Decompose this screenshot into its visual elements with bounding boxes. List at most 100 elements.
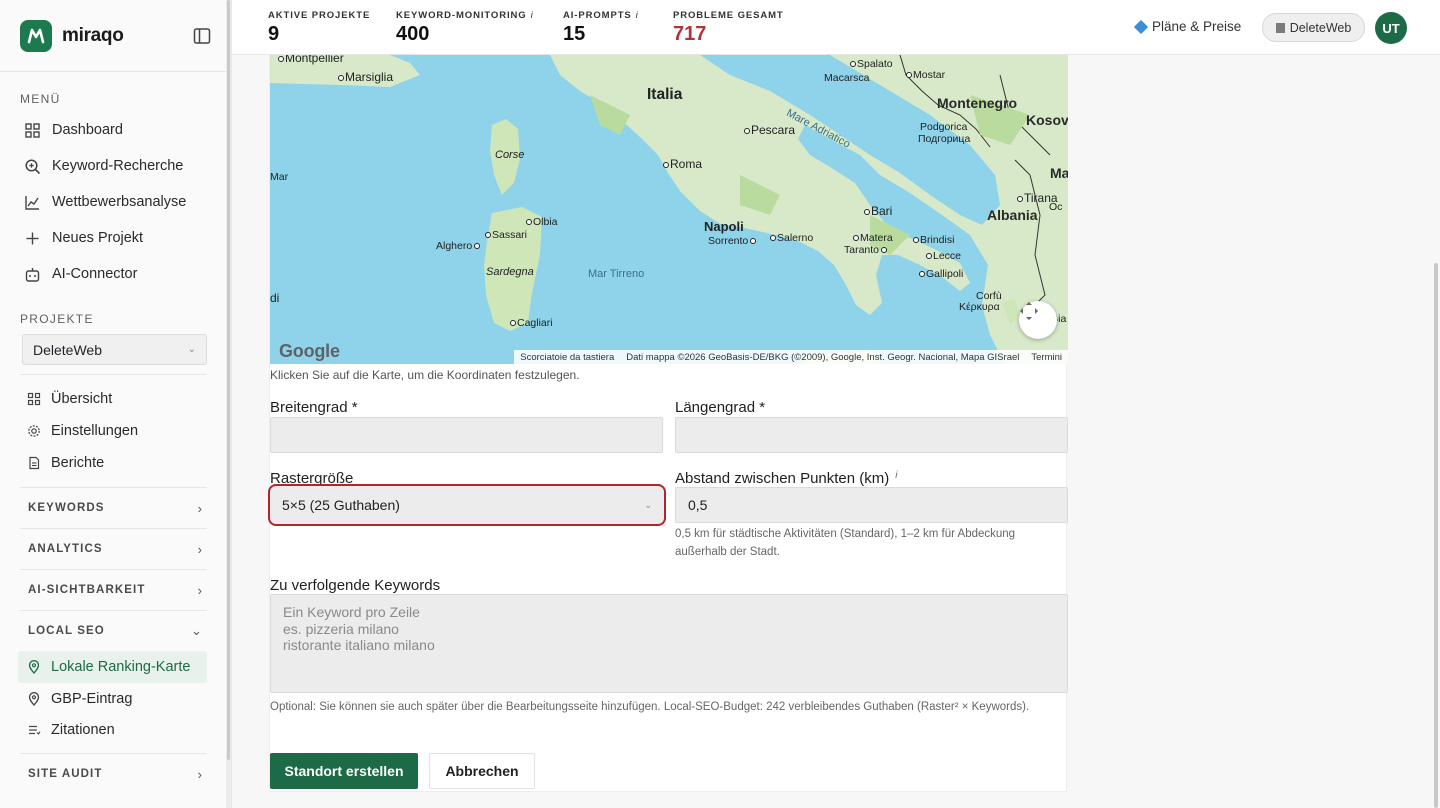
longitude-input[interactable] [675, 417, 1068, 453]
map[interactable]: Montpellier Marsiglia Italia Corse Roma … [270, 55, 1068, 364]
map-label: Spalato [850, 58, 893, 70]
terms-link[interactable]: Termini [1031, 352, 1062, 363]
chart-line-icon [25, 195, 39, 210]
stat-active-projects: AKTIVE PROJEKTE 9 [268, 10, 370, 46]
map-label: Mostar [906, 69, 945, 81]
nav-label: Neues Projekt [52, 230, 144, 246]
map-label: Sorrento [708, 235, 757, 247]
keywords-label: Zu verfolgende Keywords [270, 577, 441, 594]
create-location-button[interactable]: Standort erstellen [270, 753, 418, 789]
list-icon [29, 725, 41, 735]
nav-label: Berichte [51, 455, 105, 471]
projects-section-title: PROJEKTE [20, 312, 94, 326]
map-label: di [270, 291, 280, 305]
map-label: Napoli [704, 219, 744, 234]
sidebar-header: miraqo [0, 0, 231, 72]
stat-label: AKTIVE PROJEKTE [268, 10, 371, 21]
grid-size-select[interactable]: 5×5 (25 Guthaben) ⌄ [268, 484, 666, 526]
info-icon[interactable]: i [636, 10, 639, 21]
menu-section-title: MENÜ [20, 92, 61, 106]
longitude-label: Längengrad * [675, 399, 766, 416]
stat-label: KEYWORD-MONITORING i [396, 10, 534, 21]
nav-local-ranking-map[interactable]: Lokale Ranking-Karte [18, 651, 207, 683]
map-label: Oc [1049, 201, 1063, 213]
nav-gbp-entry[interactable]: GBP-Eintrag [0, 683, 231, 714]
group-label: KEYWORDS [28, 502, 105, 514]
search-icon [25, 158, 41, 174]
grid-icon [27, 392, 41, 406]
distance-input[interactable]: 0,5 [675, 487, 1068, 523]
user-avatar[interactable]: UT [1375, 12, 1407, 44]
chevron-right-icon: › [197, 582, 203, 598]
group-local-seo[interactable]: LOCAL SEO ⌄ [0, 611, 231, 651]
map-label: Sardegna [486, 266, 534, 278]
main-scrollbar[interactable] [1432, 55, 1440, 808]
sidebar-scrollbar[interactable] [226, 0, 231, 808]
plans-pricing-link[interactable]: Pläne & Preise [1133, 19, 1241, 34]
chevron-down-icon: ⌄ [644, 499, 652, 510]
nav-label: Keyword-Recherche [52, 158, 184, 174]
move-arrows-icon [1020, 302, 1038, 320]
map-label: Roma [663, 157, 702, 171]
top-bar: AKTIVE PROJEKTE 9 KEYWORD-MONITORING i 40… [232, 0, 1440, 55]
map-label: Lecce [926, 250, 961, 262]
keyboard-shortcuts-link[interactable]: Scorciatoie da tastiera [520, 352, 614, 363]
project-select-value: DeleteWeb [33, 341, 103, 358]
map-pin-icon [28, 660, 40, 674]
info-icon[interactable]: i [531, 10, 534, 21]
nav-label: Einstellungen [51, 423, 139, 439]
nav-reports[interactable]: Berichte [0, 447, 231, 479]
map-camera-control[interactable] [1019, 301, 1057, 339]
nav-label: Dashboard [52, 122, 123, 138]
map-label: Albania [987, 207, 1038, 223]
nav-overview[interactable]: Übersicht [0, 383, 231, 415]
nav-settings[interactable]: Einstellungen [0, 415, 231, 447]
plus-icon [26, 232, 39, 244]
workspace-button[interactable]: DeleteWeb [1262, 13, 1365, 42]
diamond-icon [1133, 19, 1149, 34]
logo-icon[interactable] [20, 19, 52, 52]
map-hint: Klicken Sie auf die Karte, um die Koordi… [270, 368, 580, 382]
cancel-button[interactable]: Abbrechen [429, 753, 535, 789]
map-label: Sassari [485, 229, 527, 241]
map-label: Kosov [1026, 112, 1068, 128]
map-label: Corse [495, 149, 525, 161]
keywords-textarea[interactable]: Ein Keyword pro Zeile es. pizzeria milan… [270, 594, 1068, 693]
stat-value: 400 [396, 23, 430, 45]
map-label: Brindisi [913, 234, 954, 246]
nav-label: Zitationen [51, 721, 115, 738]
group-keywords[interactable]: KEYWORDS › [0, 488, 231, 528]
keywords-placeholder: Ein Keyword pro Zeile es. pizzeria milan… [283, 604, 435, 653]
info-icon[interactable]: i [895, 470, 897, 481]
map-label: Bari [864, 204, 892, 218]
nav-keyword-research[interactable]: Keyword-Recherche [0, 148, 231, 184]
group-site-audit[interactable]: SITE AUDIT › [0, 754, 231, 794]
nav-ai-connector[interactable]: AI-Connector [0, 256, 231, 292]
map-label: Cagliari [510, 317, 553, 329]
map-label: Marsiglia [338, 70, 393, 84]
nav-new-project[interactable]: Neues Projekt [0, 220, 231, 256]
latitude-input[interactable] [270, 417, 663, 453]
keywords-help: Optional: Sie können sie auch später übe… [270, 701, 1030, 713]
nav-citations[interactable]: Zitationen [0, 714, 231, 745]
latitude-label: Breitengrad * [270, 399, 358, 416]
project-select[interactable]: DeleteWeb ⌄ [22, 334, 207, 365]
gear-icon [28, 425, 40, 437]
group-ai-visibility[interactable]: AI-SICHTBARKEIT › [0, 570, 231, 610]
sidebar-toggle-icon[interactable] [193, 27, 211, 45]
map-label: Macarsca [824, 72, 870, 84]
group-label: SITE AUDIT [28, 768, 103, 780]
nav-label: AI-Connector [52, 266, 138, 282]
chevron-down-icon: ⌄ [191, 623, 203, 638]
group-label: AI-SICHTBARKEIT [28, 584, 146, 596]
group-analytics[interactable]: ANALYTICS › [0, 529, 231, 569]
chevron-right-icon: › [197, 541, 203, 557]
stat-label: PROBLEME GESAMT [673, 10, 784, 21]
map-label: Podgorica [920, 121, 968, 133]
grid-size-value: 5×5 (25 Guthaben) [282, 497, 400, 513]
nav-label: Wettbewerbsanalyse [52, 194, 187, 210]
nav-dashboard[interactable]: Dashboard [0, 112, 231, 148]
map-label: Mar [270, 171, 289, 183]
nav-competitor-analysis[interactable]: Wettbewerbsanalyse [0, 184, 231, 220]
group-label: LOCAL SEO [28, 625, 105, 637]
